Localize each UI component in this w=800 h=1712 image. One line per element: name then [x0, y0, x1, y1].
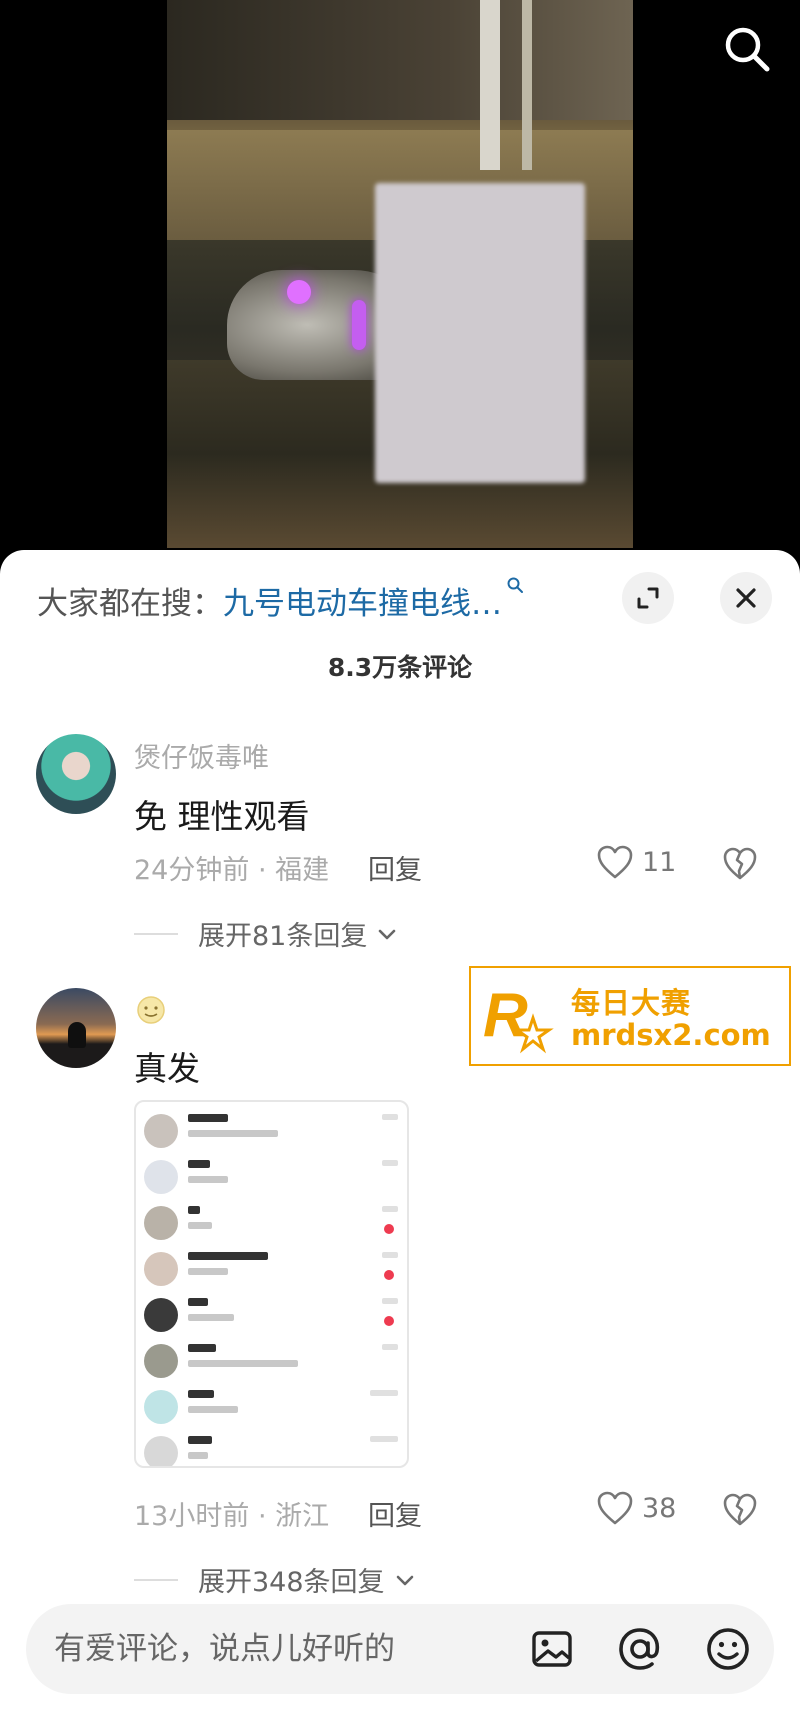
expand-replies-button[interactable]: 展开348条回复 [134, 1560, 417, 1599]
video-scooter-light [287, 280, 311, 304]
video-frame [167, 0, 633, 548]
chevron-down-icon [379, 929, 396, 939]
video-pole [480, 0, 500, 170]
comment-time-location: 24分钟前 · 福建 [134, 855, 330, 886]
comment-count: 8.3万条评论 [327, 653, 473, 682]
reply-button[interactable]: 回复 [368, 1494, 422, 1533]
hot-search-query[interactable]: 九号电动车撞电线… [223, 586, 502, 622]
broken-heart-icon[interactable] [722, 846, 758, 882]
close-sheet-button[interactable] [720, 572, 772, 624]
username-emoji-icon[interactable] [134, 994, 168, 1028]
hot-search-prefix: 大家都在搜： [37, 586, 223, 622]
video-scooter-light-strip [352, 300, 366, 350]
comment-input-bar [26, 1604, 774, 1694]
comment-text: 真发 [134, 1049, 200, 1088]
divider-line [134, 1578, 178, 1581]
search-icon[interactable] [722, 24, 772, 74]
watermark-url: mrdsx2.com [571, 1018, 771, 1052]
comment-item: 煲仔饭毒唯 免 理性观看 24分钟前 · 福建 回复 11 展开81条回复 [0, 730, 800, 953]
like-button[interactable]: 11 [596, 844, 676, 880]
watermark-banner: R 每日大赛 mrdsx2.com [469, 966, 791, 1066]
comment-attached-image[interactable] [134, 1100, 409, 1468]
expand-replies-button[interactable]: 展开81条回复 [134, 914, 399, 953]
reply-button[interactable]: 回复 [368, 848, 422, 887]
heart-outline-icon [597, 1491, 633, 1525]
like-count: 11 [642, 846, 677, 878]
like-count: 38 [642, 1492, 677, 1524]
comment-item: 真发 13小时前 · 浙江 回复 38 展开348条回复 [0, 988, 800, 1608]
broken-heart-icon[interactable] [722, 1492, 758, 1528]
watermark-text: 每日大赛 [571, 986, 692, 1020]
video-pole-2 [522, 0, 532, 170]
small-search-icon [507, 577, 523, 593]
expand-sheet-button[interactable] [622, 572, 674, 624]
avatar[interactable] [36, 734, 116, 814]
video-background-building [167, 0, 633, 120]
expand-replies-label: 展开81条回复 [198, 921, 368, 952]
video-blur-mask [375, 183, 585, 483]
expand-replies-label: 展开348条回复 [198, 1567, 385, 1598]
at-icon[interactable] [616, 1625, 664, 1673]
video-player[interactable] [0, 0, 800, 560]
comment-text: 免 理性观看 [134, 797, 310, 836]
like-button[interactable]: 38 [596, 1490, 676, 1526]
comment-username[interactable]: 煲仔饭毒唯 [134, 736, 269, 775]
comment-sheet: 大家都在搜：九号电动车撞电线… 8.3万条评论 煲仔饭毒唯 免 理性观看 24分… [0, 550, 800, 1712]
image-icon[interactable] [528, 1625, 576, 1673]
svg-text:R: R [483, 981, 528, 1050]
hot-search-link[interactable]: 大家都在搜：九号电动车撞电线… [37, 577, 523, 623]
avatar[interactable] [36, 988, 116, 1068]
comment-time-location: 13小时前 · 浙江 [134, 1501, 330, 1532]
emoji-icon[interactable] [704, 1625, 752, 1673]
watermark-logo-icon: R [483, 981, 554, 1054]
chevron-down-icon [396, 1575, 413, 1585]
avatar-silhouette [68, 1022, 86, 1048]
close-icon [736, 588, 756, 608]
heart-outline-icon [597, 845, 633, 879]
expand-icon [637, 587, 659, 609]
divider-line [134, 932, 178, 935]
comment-input[interactable] [54, 1624, 494, 1674]
